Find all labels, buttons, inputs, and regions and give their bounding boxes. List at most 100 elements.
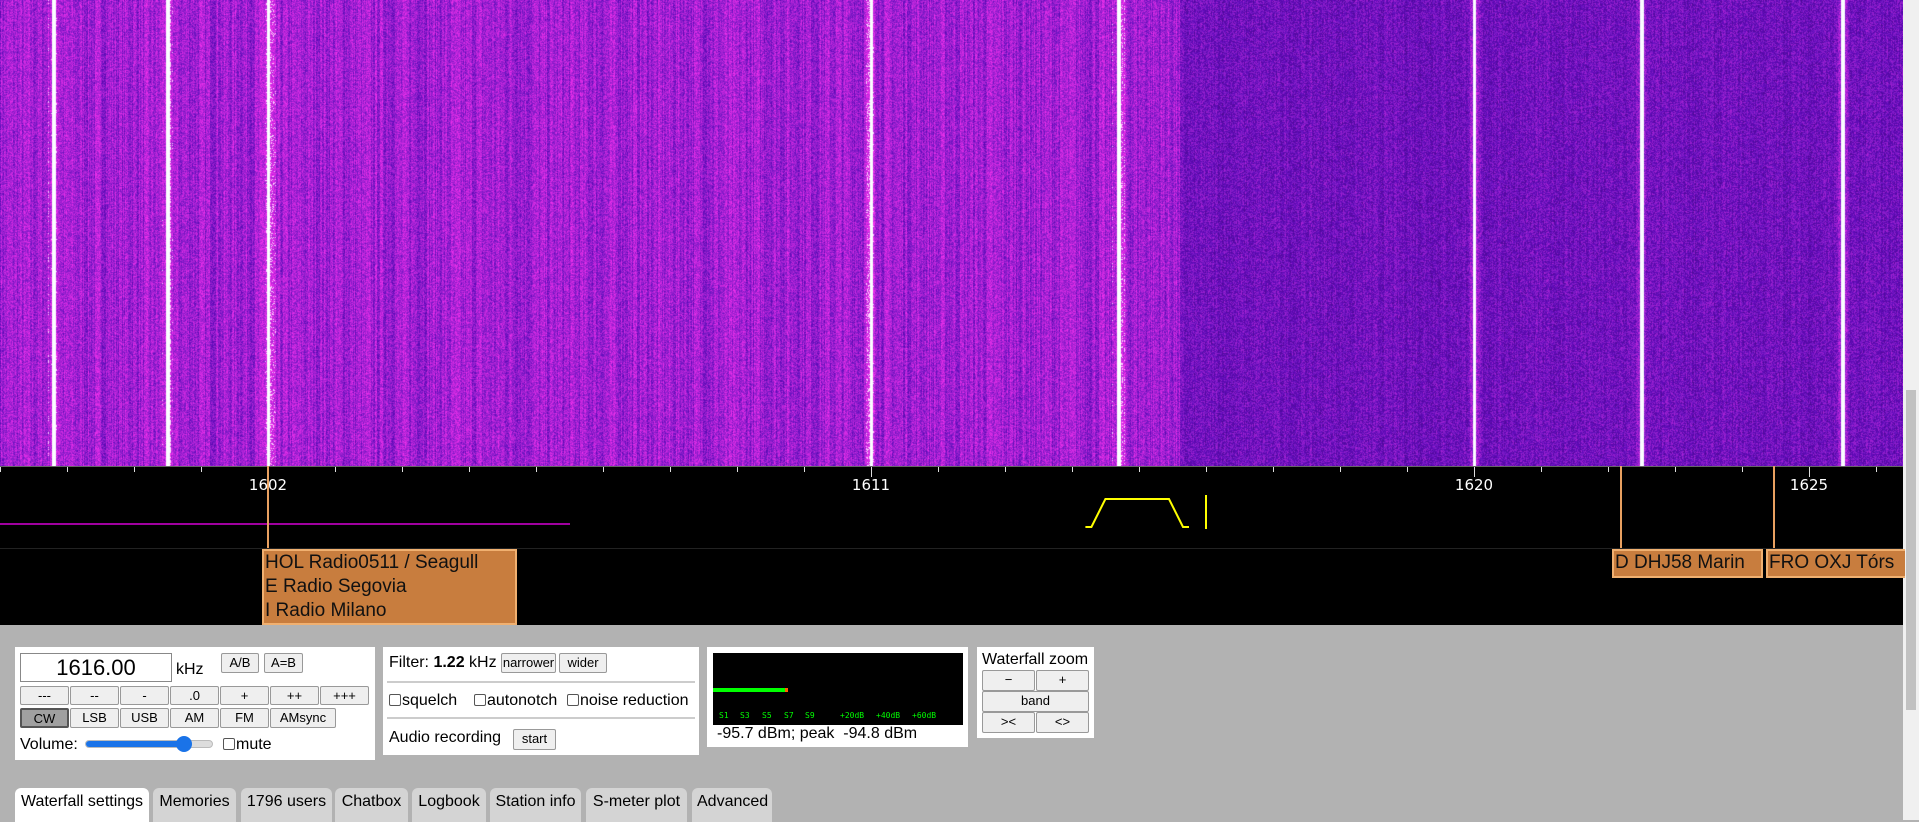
- s-meter-reading: -95.7 dBm; peak -94.8 dBm: [717, 725, 918, 742]
- frequency-scale[interactable]: 1602 1611 1620 1625: [0, 466, 1903, 548]
- scale-tick: [1809, 467, 1810, 477]
- s-meter-scale-label: S9: [805, 711, 815, 720]
- squelch-label: squelch: [402, 692, 458, 709]
- a-equals-b-button[interactable]: A=B: [264, 653, 303, 673]
- mode-lsb-button[interactable]: LSB: [70, 708, 119, 728]
- mute-check[interactable]: [223, 738, 235, 750]
- tune-step-button[interactable]: ++: [270, 686, 319, 705]
- autonotch-checkbox[interactable]: autonotch: [474, 692, 557, 710]
- scrollbar-thumb[interactable]: [1906, 390, 1916, 710]
- zoom-in-button[interactable]: +: [1036, 670, 1089, 691]
- filter-panel: Filter: 1.22 kHz narrower wider squelch …: [383, 647, 699, 755]
- s-meter-scale-label: +60dB: [912, 711, 937, 720]
- scale-tick: [1273, 467, 1274, 472]
- waterfall-display[interactable]: [0, 0, 1903, 466]
- scale-tick: [1541, 467, 1542, 472]
- squelch-check[interactable]: [389, 694, 401, 706]
- filter-passband[interactable]: [1085, 498, 1189, 528]
- scale-tick: [335, 467, 336, 472]
- passband-indicator[interactable]: [0, 467, 1903, 549]
- autonotch-label: autonotch: [487, 692, 558, 709]
- scale-tick: [1072, 467, 1073, 472]
- volume-slider[interactable]: [85, 736, 213, 752]
- scale-tick: [1005, 467, 1006, 472]
- noise-reduction-label: noise reduction: [580, 692, 689, 709]
- s-meter-scale-label: S7: [784, 711, 794, 720]
- station-name: I Radio Milano: [265, 600, 387, 621]
- divider: [387, 717, 695, 719]
- tab-station-info[interactable]: Station info: [490, 788, 581, 822]
- scale-tick: [0, 467, 1, 472]
- scale-tick: [1742, 467, 1743, 472]
- mode-amsync-button[interactable]: AMsync: [270, 708, 336, 728]
- mute-label: mute: [236, 736, 272, 753]
- scale-tick: [670, 467, 671, 472]
- station-label-oxj[interactable]: FRO OXJ Tórs: [1766, 549, 1905, 578]
- mode-cw-button[interactable]: CW: [20, 708, 69, 728]
- s-meter-bar: [713, 688, 788, 692]
- frequency-unit: kHz: [176, 661, 204, 678]
- tab-waterfall-settings[interactable]: Waterfall settings: [15, 788, 149, 822]
- zoom-band-button[interactable]: band: [982, 691, 1089, 712]
- s-meter-scale-label: S1: [719, 711, 729, 720]
- s-meter-scale-label: S3: [740, 711, 750, 720]
- noise-reduction-checkbox[interactable]: noise reduction: [567, 692, 689, 710]
- tune-step-button[interactable]: -: [120, 686, 169, 705]
- filter-readout: Filter: 1.22 kHz: [389, 654, 497, 672]
- noise-reduction-check[interactable]: [567, 694, 579, 706]
- scale-tick: [938, 467, 939, 472]
- scale-tick: [1876, 467, 1877, 472]
- wider-button[interactable]: wider: [559, 653, 607, 673]
- scale-tick: [1340, 467, 1341, 472]
- zoom-out-button[interactable]: −: [982, 670, 1035, 691]
- scale-tick: [871, 467, 872, 477]
- audio-recording-label: Audio recording: [389, 729, 502, 746]
- tab-logbook[interactable]: Logbook: [412, 788, 486, 822]
- frequency-input[interactable]: 1616.00: [20, 653, 172, 682]
- station-name: HOL Radio0511 / Seagull: [265, 552, 479, 573]
- scale-tick: [67, 467, 68, 472]
- ab-button[interactable]: A/B: [221, 653, 259, 673]
- squelch-checkbox[interactable]: squelch: [389, 692, 457, 710]
- mode-am-button[interactable]: AM: [170, 708, 219, 728]
- scale-tick: [1675, 467, 1676, 472]
- scale-tick: [402, 467, 403, 472]
- scale-tick: [737, 467, 738, 472]
- filter-label: Filter:: [389, 654, 429, 671]
- frequency-panel: 1616.00 kHz A/B A=B --- -- - .0 + ++ +++ CW LSB…: [15, 647, 375, 760]
- s-meter-scale-label: +40dB: [876, 711, 901, 720]
- tune-step-button[interactable]: .0: [170, 686, 219, 705]
- station-label-1602[interactable]: HOL Radio0511 / Seagull E Radio Segovia …: [262, 549, 517, 625]
- station-marker-line: [1620, 466, 1622, 549]
- tune-step-button[interactable]: +: [220, 686, 269, 705]
- tab-memories[interactable]: Memories: [153, 788, 236, 822]
- station-name: D DHJ58 Marin: [1615, 552, 1745, 573]
- tune-step-button[interactable]: ---: [20, 686, 69, 705]
- narrower-button[interactable]: narrower: [501, 653, 556, 673]
- tune-step-button[interactable]: --: [70, 686, 119, 705]
- tune-step-button[interactable]: +++: [320, 686, 369, 705]
- tab-users[interactable]: 1796 users: [241, 788, 332, 822]
- tab-advanced[interactable]: Advanced: [692, 788, 772, 822]
- scale-tick: [1139, 467, 1140, 472]
- mode-fm-button[interactable]: FM: [220, 708, 269, 728]
- recording-start-button[interactable]: start: [513, 729, 556, 750]
- filter-width: 1.22: [433, 654, 465, 671]
- station-marker-line: [1773, 466, 1775, 549]
- tab-s-meter-plot[interactable]: S-meter plot: [586, 788, 687, 822]
- waterfall-zoom-title: Waterfall zoom: [982, 651, 1089, 668]
- zoom-max-in-button[interactable]: ><: [982, 712, 1035, 733]
- autonotch-check[interactable]: [474, 694, 486, 706]
- tab-chatbox[interactable]: Chatbox: [335, 788, 408, 822]
- mode-usb-button[interactable]: USB: [120, 708, 169, 728]
- scale-tick: [804, 467, 805, 472]
- zoom-max-out-button[interactable]: <>: [1036, 712, 1089, 733]
- scale-tick: [1206, 467, 1207, 472]
- mute-checkbox[interactable]: mute: [223, 736, 272, 754]
- volume-label: Volume:: [20, 736, 78, 753]
- divider: [387, 681, 695, 683]
- scale-tick: [1608, 467, 1609, 472]
- s-meter-display: S1 S3 S5 S7 S9 +20dB +40dB +60dB: [713, 653, 963, 725]
- station-label-dhj58[interactable]: D DHJ58 Marin: [1612, 549, 1763, 578]
- scale-tick: [1407, 467, 1408, 472]
